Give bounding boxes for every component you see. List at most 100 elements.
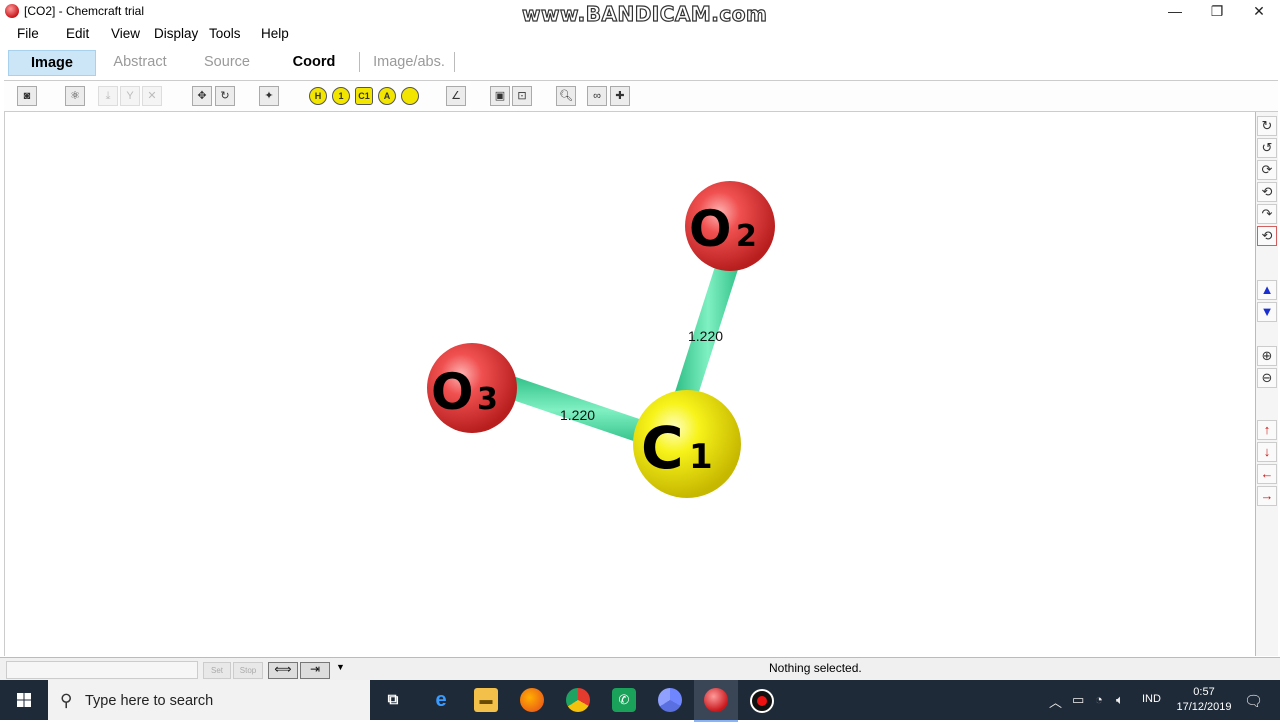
tab-image[interactable]: Image (8, 50, 96, 76)
move-icon[interactable]: ✥ (192, 86, 212, 106)
bond-c1-o3[interactable]: 1.220 (504, 375, 651, 445)
tab-source[interactable]: Source (190, 50, 264, 74)
status-bar: Set Stop ⟺ ⇥ ▼ Nothing selected. (0, 657, 1280, 681)
firefox-icon[interactable] (520, 688, 544, 712)
view-tabs: Image Abstract Source Coord Image/abs. (0, 48, 1280, 76)
minimize-button[interactable]: — (1153, 0, 1197, 22)
title-bar: [CO2] - Chemcraft trial www.BANDICAM.com… (0, 0, 1280, 27)
atom-index-label: 1 (689, 437, 713, 477)
move-left-icon[interactable]: ← (1257, 464, 1277, 484)
close-button[interactable]: ✕ (1237, 0, 1280, 22)
spin-back-icon[interactable]: ⟲ (1257, 182, 1277, 202)
atom-element-label: O (689, 200, 732, 258)
file-explorer-icon[interactable]: ▬ (474, 688, 498, 712)
whatsapp-icon[interactable]: ✆ (612, 688, 636, 712)
carbon-label-icon[interactable]: C1 (355, 87, 373, 105)
bandicam-record-icon[interactable] (750, 689, 774, 713)
restore-button[interactable]: ❐ (1195, 0, 1239, 22)
atom-o2[interactable]: O 2 (685, 181, 775, 271)
main-toolbar: ◙ ⚛ ⤓ Y ✕ ✥ ↻ ✦ H 1 C1 A ∠ ▣ ⊡ 🔍︎ ∞ ✚ (4, 80, 1278, 112)
tilt-icon[interactable]: ↷ (1257, 204, 1277, 224)
search-icon: ⚲ (60, 691, 73, 710)
move-right-icon[interactable]: → (1257, 486, 1277, 506)
tab-separator (359, 52, 360, 72)
clock-date: 17/12/2019 (1176, 701, 1232, 713)
atom-edit-icon[interactable]: ⚛ (65, 86, 85, 106)
task-view-icon[interactable]: ⧉ (381, 688, 405, 712)
bond-tool-2-icon[interactable]: Y (120, 86, 140, 106)
fit-window-icon[interactable]: ▣ (490, 86, 510, 106)
menu-display[interactable]: Display (154, 26, 198, 41)
chemcraft-icon (704, 688, 728, 712)
wifi-icon[interactable]: ◔ (1095, 692, 1103, 707)
atom-c1[interactable]: C 1 (633, 390, 741, 498)
search-placeholder: Type here to search (85, 693, 214, 709)
tab-coord[interactable]: Coord (278, 50, 350, 74)
molecule-canvas[interactable]: 1.220 1.220 O 2 O 3 C 1 (4, 112, 1255, 656)
clock-time: 0:57 (1193, 686, 1215, 698)
measure-icon[interactable]: ∠ (446, 86, 466, 106)
battery-icon[interactable]: ▭ (1072, 692, 1084, 708)
bond-length-label: 1.220 (560, 407, 595, 423)
atom-label-icon[interactable]: A (378, 87, 396, 105)
atom-element-label: O (431, 363, 474, 421)
menu-view[interactable]: View (111, 26, 140, 41)
window-title: [CO2] - Chemcraft trial (24, 4, 145, 18)
view-control-panel: ↻ ↺ ⟳ ⟲ ↷ ⟲ ▲ ▼ ⊕ ⊖ ↑ ↓ ← → (1255, 112, 1278, 656)
zoom-icon[interactable]: 🔍︎ (556, 86, 576, 106)
chrome-icon[interactable] (566, 688, 590, 712)
tab-separator (454, 52, 455, 72)
chemcraft-taskbar-item[interactable] (694, 680, 738, 722)
spin-icon[interactable]: ⟳ (1257, 160, 1277, 180)
bond-tool-1-icon[interactable]: ⤓ (98, 86, 118, 106)
rotate-cw-icon[interactable]: ↻ (1257, 116, 1277, 136)
bond-c1-o2[interactable]: 1.220 (675, 254, 741, 398)
volume-icon[interactable]: 🔈︎ (1116, 692, 1124, 708)
bond-tool-3-icon[interactable]: ✕ (142, 86, 162, 106)
atom-index-label: 2 (736, 219, 757, 254)
zoom-out-icon[interactable]: ⊖ (1257, 368, 1277, 388)
step-button[interactable]: ⇥ (300, 662, 330, 679)
menu-edit[interactable]: Edit (66, 26, 89, 41)
camera-icon[interactable]: ◙ (17, 86, 37, 106)
atom-element-label: C (641, 414, 684, 482)
status-input (6, 661, 198, 679)
up-icon[interactable]: ▲ (1257, 280, 1277, 300)
selection-status: Nothing selected. (769, 661, 862, 675)
move-down-icon[interactable]: ↓ (1257, 442, 1277, 462)
edge-browser-icon[interactable]: e (429, 688, 453, 712)
menu-help[interactable]: Help (261, 26, 289, 41)
taskbar-search[interactable]: ⚲ Type here to search (48, 680, 370, 720)
tray-expand-icon[interactable]: ︿ (1049, 692, 1062, 711)
add-atom-icon[interactable]: ✚ (610, 86, 630, 106)
menu-file[interactable]: File (17, 26, 39, 41)
reset-icon[interactable]: ⟲ (1257, 226, 1277, 246)
set-button[interactable]: Set (203, 662, 231, 679)
light-icon[interactable]: ✦ (259, 86, 279, 106)
menu-tools[interactable]: Tools (209, 26, 241, 41)
atom-index-label: 3 (477, 382, 498, 417)
tab-abstract[interactable]: Abstract (100, 50, 180, 74)
rotate-icon[interactable]: ↻ (215, 86, 235, 106)
chemcraft-app-icon (5, 4, 19, 18)
atom-o3[interactable]: O 3 (427, 343, 517, 433)
clock[interactable]: 0:57 17/12/2019 (1174, 685, 1234, 715)
down-icon[interactable]: ▼ (1257, 302, 1277, 322)
stop-button[interactable]: Stop (233, 662, 263, 679)
tab-image-abs[interactable]: Image/abs. (366, 50, 452, 74)
language-indicator[interactable]: IND (1142, 693, 1161, 705)
chevron-down-icon[interactable]: ▼ (336, 662, 345, 672)
notification-icon[interactable]: 🗨︎ (1244, 692, 1263, 710)
sphere-icon[interactable] (401, 87, 419, 105)
animate-button[interactable]: ⟺ (268, 662, 298, 679)
move-up-icon[interactable]: ↑ (1257, 420, 1277, 440)
rotate-ccw-icon[interactable]: ↺ (1257, 138, 1277, 158)
info-icon[interactable]: 1 (332, 87, 350, 105)
zoom-in-icon[interactable]: ⊕ (1257, 346, 1277, 366)
windows-logo-icon (17, 693, 31, 707)
chrome-profile-icon[interactable] (658, 688, 682, 712)
frame-icon[interactable]: ⊡ (512, 86, 532, 106)
hydrogen-icon[interactable]: H (309, 87, 327, 105)
start-button[interactable] (0, 680, 48, 720)
glasses-icon[interactable]: ∞ (587, 86, 607, 106)
